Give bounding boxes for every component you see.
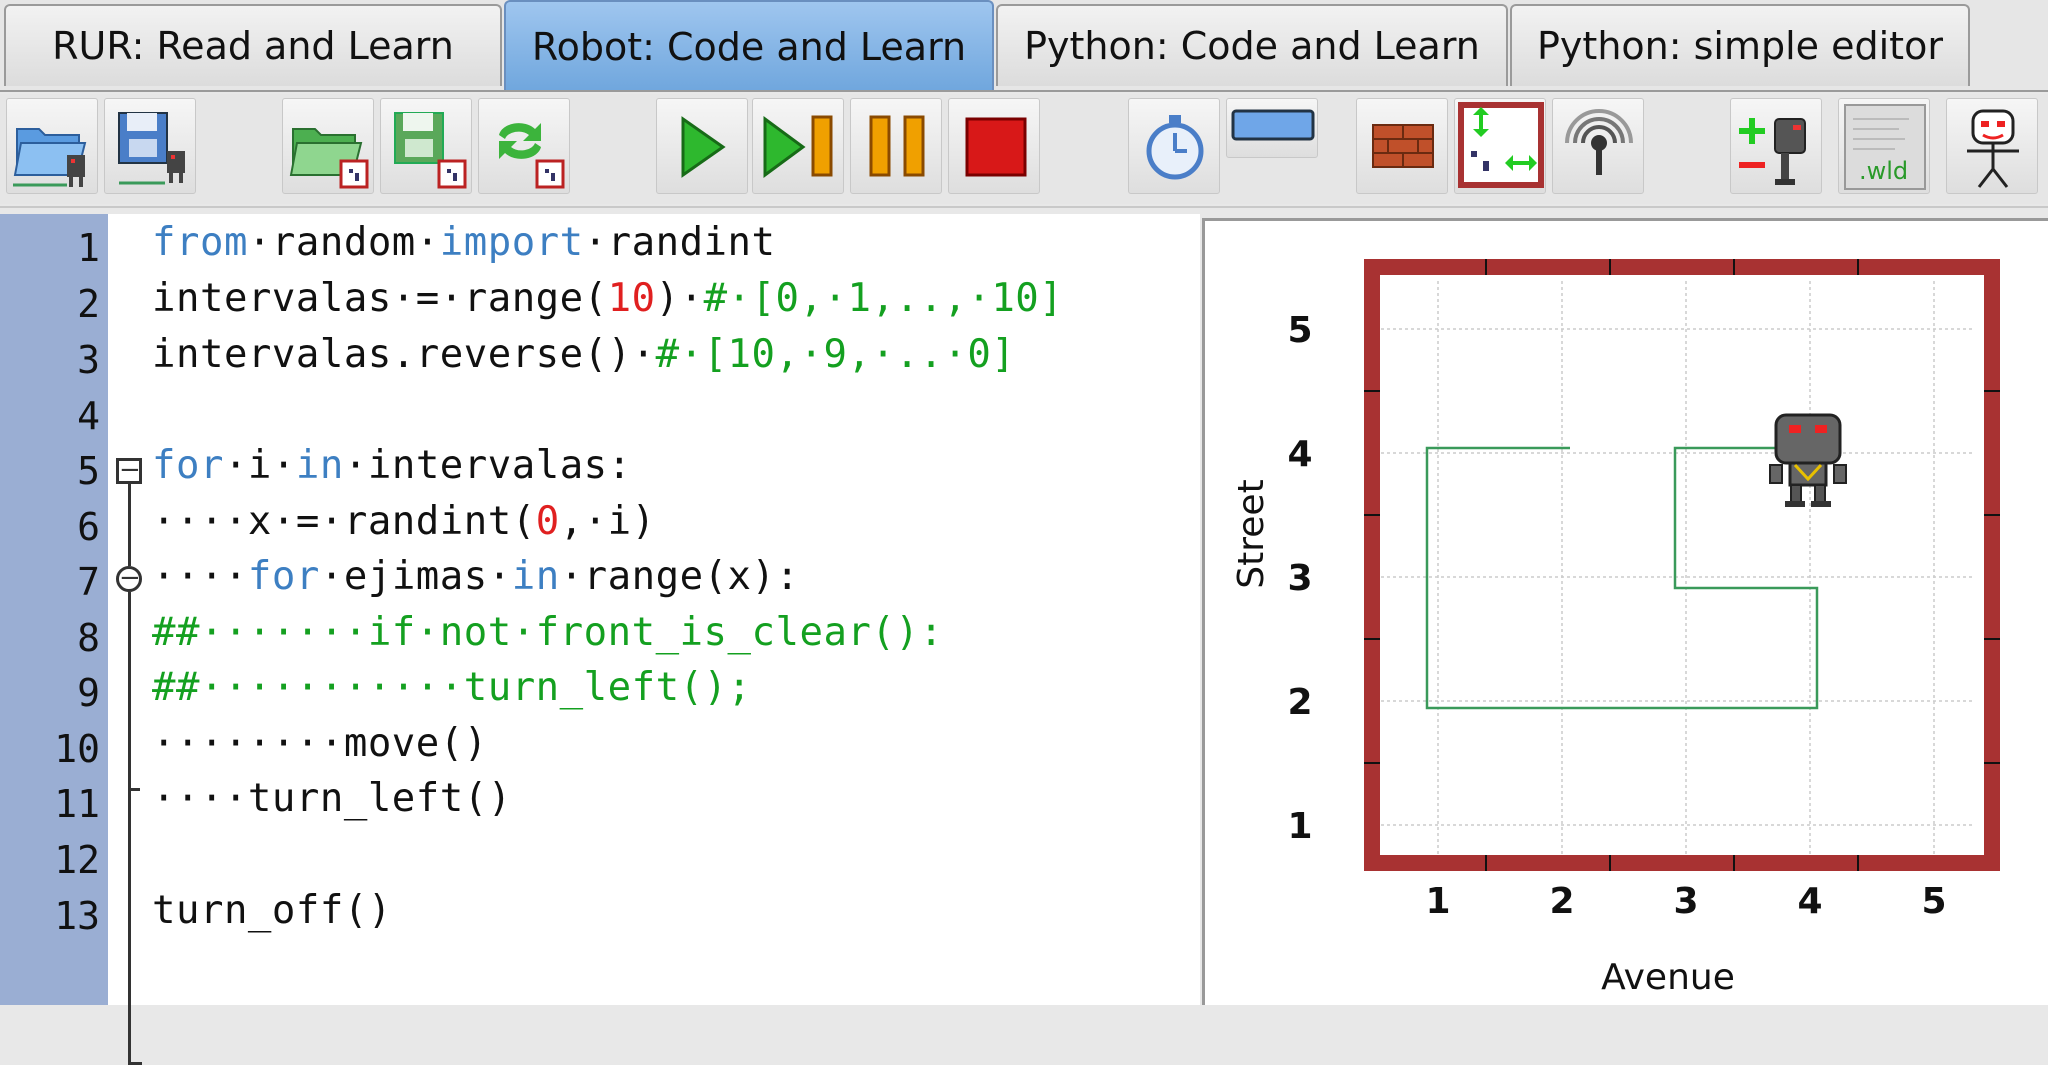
code-line-8[interactable]: ##·······if·not·front_is_clear(): [152,610,943,655]
code-line-10[interactable]: ········move() [152,721,488,766]
x-tick-label: 4 [1797,881,1822,922]
pause-icon [869,115,925,177]
step-icon [763,115,833,178]
code-line-11[interactable]: ····turn_left() [152,776,512,821]
save-program-button[interactable] [104,98,196,194]
code-line-3[interactable]: intervalas.reverse()·#·[10,·9,·..·0] [152,332,1015,377]
y-tick-label: 2 [1287,682,1312,723]
fold-collapse-circle-icon[interactable]: − [116,565,142,592]
code-line-13[interactable]: turn_off() [152,888,392,933]
wall-icon [1372,124,1434,168]
code-line-5[interactable]: for·i·in·intervalas: [152,443,632,488]
tab-label: Robot: Code and Learn [531,25,967,69]
stop-button[interactable] [948,98,1040,194]
reload-world-icon [499,123,565,189]
code-line-2[interactable]: intervalas·=·range(10)·#·[0,·1,..,·10] [152,276,1063,321]
tab-label: Python: Code and Learn [1024,24,1480,68]
line-number-gutter: 1 2 3 4 5 6 7 8 9 10 11 12 13 [0,214,108,1005]
open-world-icon [289,128,369,189]
toolbar: .wld [0,94,2048,204]
world-file-button[interactable]: .wld [1838,98,1930,194]
x-tick-label: 1 [1425,881,1450,922]
world-file-label: .wld [1859,157,1908,185]
resize-world-button[interactable] [1454,98,1546,194]
line-number: 13 [54,894,100,938]
run-button[interactable] [656,98,748,194]
robot-add-remove-button[interactable] [1730,98,1822,194]
wall-button[interactable] [1356,98,1448,194]
x-tick-label: 5 [1921,881,1946,922]
line-number: 9 [77,671,100,715]
robot-trace-path [1425,446,1819,710]
y-tick-label: 3 [1287,558,1312,599]
line-number: 10 [54,727,100,771]
code-line-9[interactable]: ##···········turn_left(); [152,665,752,710]
x-tick-label: 3 [1673,881,1698,922]
save-world-icon [394,112,467,189]
world-boundary-wall [1364,259,2000,871]
y-tick-label: 5 [1287,310,1312,351]
fold-line [128,484,131,566]
tab-rur-read-and-learn[interactable]: RUR: Read and Learn [4,4,502,86]
stop-icon [965,117,1027,177]
y-tick-label: 4 [1287,434,1312,475]
line-number: 5 [77,449,100,493]
robot-world-icon [1231,109,1315,141]
robot-face-button[interactable] [1946,98,2038,194]
tab-python-simple-editor[interactable]: Python: simple editor [1510,4,1970,86]
y-tick-label: 1 [1287,806,1312,847]
world-canvas: 1 2 3 4 5 1 2 3 4 5 Avenue Street [1231,259,2000,998]
y-axis-label: Street [1231,479,1272,588]
robot-world-button[interactable] [1226,98,1318,158]
code-line-6[interactable]: ····x·=·randint(0,·i) [152,499,656,544]
line-number: 6 [77,505,100,549]
line-number: 8 [77,616,100,660]
line-number: 11 [54,782,100,826]
line-number: 4 [77,394,100,438]
speed-timer-icon [1146,115,1204,180]
tab-divider [0,90,2048,92]
tab-bar: RUR: Read and Learn Robot: Code and Lear… [0,0,2048,92]
beeper-button[interactable] [1552,98,1644,194]
line-number: 1 [77,226,100,270]
robot-face-icon [1967,109,2019,188]
toolbar-divider [0,206,2048,208]
fold-collapse-icon[interactable]: − [116,457,142,484]
reload-world-button[interactable] [478,98,570,194]
save-program-icon [118,112,185,185]
line-number: 7 [77,560,100,604]
tab-label: Python: simple editor [1537,24,1943,68]
line-number: 3 [77,338,100,382]
x-axis-label: Avenue [1601,957,1735,998]
open-world-button[interactable] [282,98,374,194]
fold-end [128,788,140,791]
robot-icon [1769,413,1847,507]
robot-add-remove-icon [1739,118,1806,185]
code-line-7[interactable]: ····for·ejimas·in·range(x): [152,554,800,599]
save-world-button[interactable] [380,98,472,194]
code-line-1[interactable]: from·random·import·randint [152,220,776,265]
tab-robot-code-and-learn[interactable]: Robot: Code and Learn [504,0,994,92]
tab-label: RUR: Read and Learn [52,24,454,68]
world-file-icon: .wld [1844,104,1926,190]
step-button[interactable] [752,98,844,194]
open-program-button[interactable] [6,98,98,194]
fold-line [128,592,131,1062]
run-icon [681,116,726,178]
robot-world-panel[interactable]: 1 2 3 4 5 1 2 3 4 5 Avenue Street [1202,218,2048,1005]
pause-button[interactable] [850,98,942,194]
line-number: 2 [77,282,100,326]
x-tick-label: 2 [1549,881,1574,922]
resize-world-icon [1458,102,1544,188]
beeper-icon [1565,109,1633,175]
code-editor[interactable]: 1 2 3 4 5 6 7 8 9 10 11 12 13 − − from·r… [0,214,1200,1065]
line-number: 12 [54,838,100,882]
tab-python-code-and-learn[interactable]: Python: Code and Learn [996,4,1508,86]
speed-timer-button[interactable] [1128,98,1220,194]
open-program-icon [13,128,87,187]
